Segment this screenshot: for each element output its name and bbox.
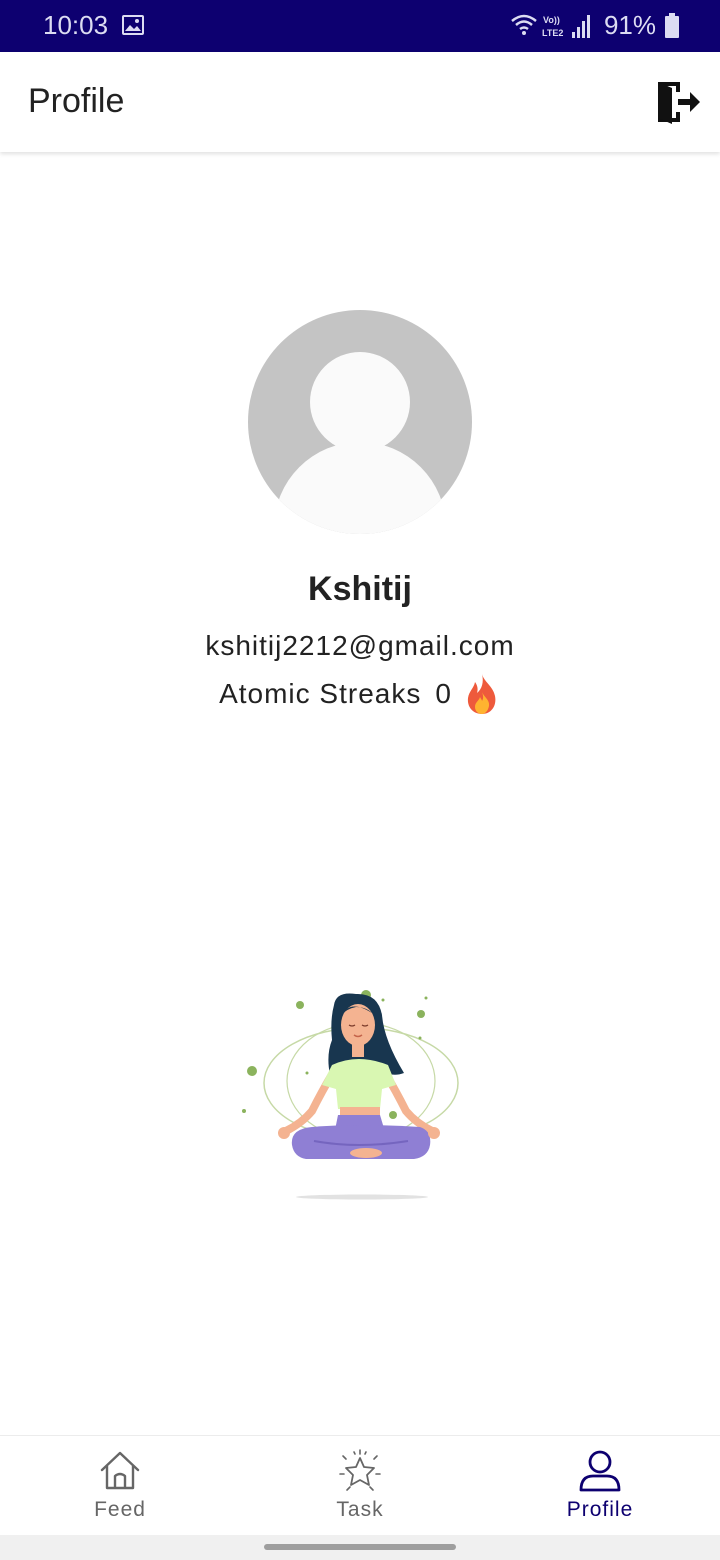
avatar-placeholder-icon[interactable] [248, 310, 472, 534]
bottom-nav: Feed Task Profile [0, 1435, 720, 1535]
svg-text:Vo)): Vo)) [543, 15, 560, 25]
fire-icon [467, 674, 496, 714]
battery-percent: 91% [603, 10, 656, 40]
gesture-pill[interactable] [264, 1544, 456, 1550]
nav-label-task: Task [336, 1498, 384, 1521]
streak-row: Atomic Streaks 0 [0, 672, 720, 716]
streak-label: Atomic Streaks [219, 678, 422, 709]
nav-label-profile: Profile [566, 1498, 634, 1521]
status-icons: Vo)) LTE2 91% [510, 10, 680, 41]
nav-item-profile[interactable]: Profile [480, 1436, 720, 1536]
profile-email: kshitij2212@gmail.com [205, 630, 515, 661]
streak-count: 0 [435, 678, 451, 709]
status-time: 10:03 [43, 10, 109, 40]
wifi-icon: Vo)) LTE2 [511, 14, 590, 38]
svg-text:LTE2: LTE2 [542, 28, 563, 38]
logout-icon[interactable] [654, 78, 702, 126]
app-bar: Profile [0, 52, 720, 152]
nav-item-feed[interactable]: Feed [0, 1436, 240, 1536]
gallery-icon [122, 15, 144, 35]
home-icon [100, 1451, 140, 1490]
page-title: Profile [28, 82, 125, 120]
battery-icon [665, 12, 679, 38]
profile-name: Kshitij [308, 570, 412, 608]
user-icon [579, 1450, 621, 1492]
star-icon [339, 1449, 381, 1491]
status-bar: 10:03 Vo)) LTE2 91% [0, 0, 720, 52]
meditation-illustration [242, 990, 459, 1200]
gesture-bar [0, 1535, 720, 1560]
nav-label-feed: Feed [94, 1498, 146, 1521]
nav-item-task[interactable]: Task [240, 1436, 480, 1536]
